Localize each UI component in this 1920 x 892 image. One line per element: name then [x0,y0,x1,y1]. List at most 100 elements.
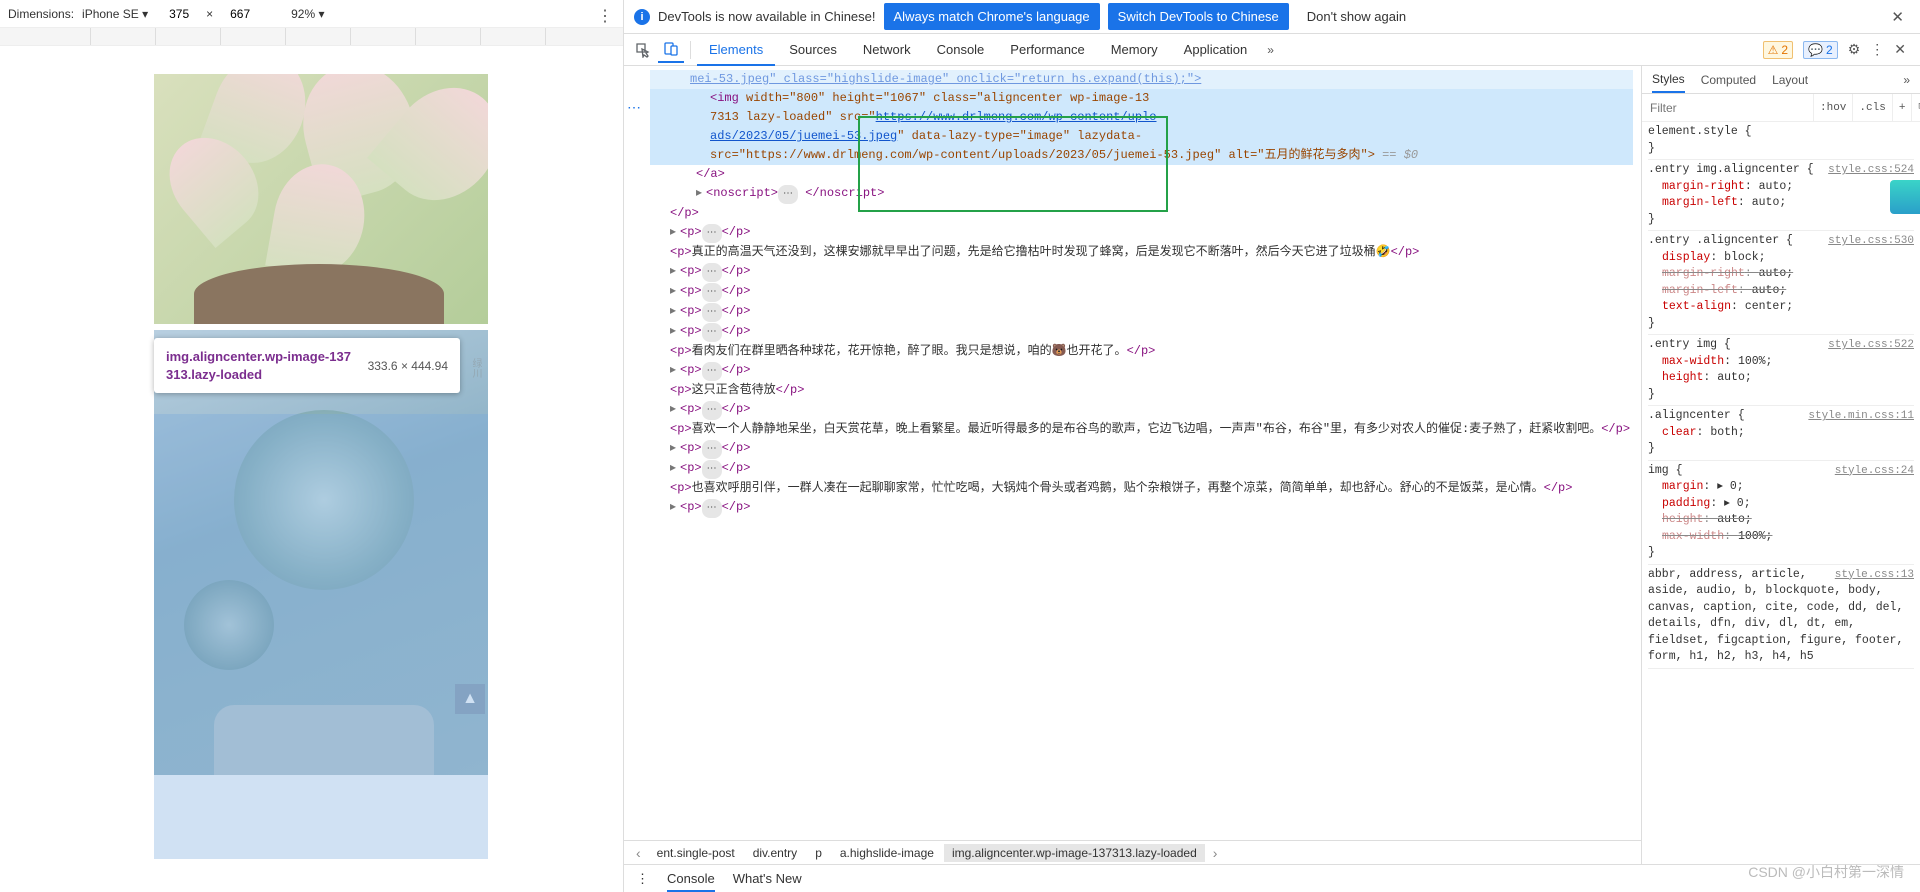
warnings-badge[interactable]: ⚠2 [1763,41,1793,59]
dom-url1b[interactable]: ads/2023/05/juemei-53.jpeg [710,129,897,143]
preview-image-1[interactable] [154,74,488,324]
more-styles-tabs-icon[interactable]: » [1903,73,1910,87]
side-badge-icon[interactable] [1890,180,1920,214]
tab-memory[interactable]: Memory [1099,34,1170,66]
settings-icon[interactable]: ⚙ [1848,41,1861,58]
drawer-menu-icon[interactable]: ⋮ [636,871,649,887]
tab-sources[interactable]: Sources [777,34,849,66]
tab-elements[interactable]: Elements [697,34,775,66]
bc-item-2[interactable]: p [807,844,830,862]
styles-filter-row: :hov .cls + ⧉ ◧ [1642,94,1920,122]
dom-url1[interactable]: https://www.drlmeng.com/wp-content/uplo [876,110,1157,124]
new-rule-button[interactable]: + [1892,94,1912,121]
dom-img-open: <img [710,91,739,105]
dom-p14[interactable]: <p> [680,461,702,475]
dom-p15[interactable]: <p> [670,481,692,495]
info-text: DevTools is now available in Chinese! [658,9,876,24]
rules-list[interactable]: element.style {}style.css:524.entry img.… [1642,122,1920,864]
dom-p12[interactable]: <p> [670,422,692,436]
dom-p13[interactable]: <p> [680,441,702,455]
match-language-button[interactable]: Always match Chrome's language [884,3,1100,30]
hov-button[interactable]: :hov [1813,94,1852,121]
device-preview-panel: Dimensions: iPhone SE ▾ × 92% ▾ ⋮ [0,0,624,892]
language-infobar: i DevTools is now available in Chinese! … [624,0,1920,34]
styles-panel: Styles Computed Layout » :hov .cls + ⧉ ◧… [1642,66,1920,864]
close-infobar-icon[interactable]: ✕ [1885,8,1910,26]
tab-application[interactable]: Application [1172,34,1260,66]
drawer-tab-console[interactable]: Console [667,871,715,892]
zoom-select[interactable]: 92% ▾ [287,5,328,23]
device-toggle-icon[interactable] [658,37,684,63]
tab-performance[interactable]: Performance [998,34,1096,66]
styles-tabs: Styles Computed Layout » [1642,66,1920,94]
dom-p12c: </p> [1601,422,1630,436]
preview-image-2[interactable] [154,330,488,775]
bc-item-4[interactable]: img.aligncenter.wp-image-137313.lazy-loa… [944,844,1205,862]
dom-p6c: </p> [722,304,751,318]
dom-p3[interactable]: <p> [670,245,692,259]
layers-button[interactable]: ⧉ [1911,94,1920,121]
gutter-dots-icon[interactable]: ⋯ [627,100,641,119]
device-frame: img.aligncenter.wp-image-137 313.lazy-lo… [154,74,488,775]
drawer-tab-whatsnew[interactable]: What's New [733,871,802,886]
more-tabs-icon[interactable]: » [1261,43,1280,57]
width-input[interactable] [156,7,202,21]
more-options-icon[interactable]: ⋮ [597,6,613,26]
dom-p11[interactable]: <p> [680,402,702,416]
tab-layout[interactable]: Layout [1772,73,1808,87]
device-select[interactable]: iPhone SE ▾ [78,5,152,23]
dom-p8[interactable]: <p> [670,344,692,358]
dom-p-close1: </p> [670,206,699,220]
dom-p7[interactable]: <p> [680,324,702,338]
dom-p5c: </p> [722,284,751,298]
styles-filter-input[interactable] [1642,101,1813,115]
breadcrumb-left-icon[interactable]: ‹ [630,845,647,861]
dom-p4c: </p> [722,264,751,278]
dom-p10c: </p> [776,383,805,397]
switch-to-chinese-button[interactable]: Switch DevTools to Chinese [1108,3,1289,30]
viewport-area: img.aligncenter.wp-image-137 313.lazy-lo… [0,46,623,892]
dom-line-cutoff: mei-53.jpeg" class="highslide-image" onc… [690,72,1201,86]
dom-p11c: </p> [722,402,751,416]
inspect-element-icon[interactable] [630,37,656,63]
dom-p9[interactable]: <p> [680,363,702,377]
times-symbol: × [206,7,213,21]
dom-para2: 看肉友们在群里晒各种球花，花开惊艳，醉了眼。我只是想说，咱的🐻也开花了。 [692,344,1127,358]
breadcrumb-right-icon[interactable]: › [1207,845,1224,861]
tab-computed[interactable]: Computed [1701,73,1756,87]
bc-item-3[interactable]: a.highslide-image [832,844,942,862]
dom-tree[interactable]: ⋯ mei-53.jpeg" class="highslide-image" o… [624,66,1641,840]
dom-p5[interactable]: <p> [680,284,702,298]
devtools-panel: i DevTools is now available in Chinese! … [624,0,1920,892]
dom-p6[interactable]: <p> [680,304,702,318]
tab-console[interactable]: Console [925,34,997,66]
elements-panel: ⋯ mei-53.jpeg" class="highslide-image" o… [624,66,1642,864]
device-toolbar: Dimensions: iPhone SE ▾ × 92% ▾ ⋮ [0,0,623,28]
dom-para3: 这只正含苞待放 [692,383,776,397]
cls-button[interactable]: .cls [1852,94,1891,121]
dom-p8c: </p> [1127,344,1156,358]
breadcrumb-bar: ‹ ent.single-post div.entry p a.highslid… [624,840,1641,864]
dom-para5: 也喜欢呼朋引伴，一群人凑在一起聊聊家常，忙忙吃喝，大锅炖个骨头或者鸡鹅，贴个杂粮… [692,481,1544,495]
tab-network[interactable]: Network [851,34,923,66]
messages-badge[interactable]: 💬2 [1803,41,1838,59]
height-input[interactable] [217,7,263,21]
bc-item-0[interactable]: ent.single-post [649,844,743,862]
tooltip-selector-2: 313.lazy-loaded [166,366,351,384]
dimensions-label: Dimensions: [8,7,74,21]
info-icon: i [634,9,650,25]
dom-p2[interactable]: <p> [680,225,702,239]
dom-p4[interactable]: <p> [680,264,702,278]
dom-p16[interactable]: <p> [680,500,702,514]
bc-item-1[interactable]: div.entry [745,844,805,862]
dom-para1: 真正的高温天气还没到，这棵安娜就早早出了问题，先是给它撸枯叶时发现了蜂窝，后是发… [692,245,1391,259]
scroll-to-top-button[interactable]: ▲ [455,684,485,714]
tab-styles[interactable]: Styles [1652,72,1685,93]
image-watermark: 绿川 [468,358,483,378]
more-menu-icon[interactable]: ⋮ [1870,41,1884,58]
dont-show-again-button[interactable]: Don't show again [1297,3,1416,30]
dom-p10[interactable]: <p> [670,383,692,397]
dom-noscript[interactable]: <noscript> [706,186,778,200]
close-devtools-icon[interactable]: ✕ [1894,41,1906,58]
dom-attrs3: src="https://www.drlmeng.com/wp-content/… [710,148,1375,162]
